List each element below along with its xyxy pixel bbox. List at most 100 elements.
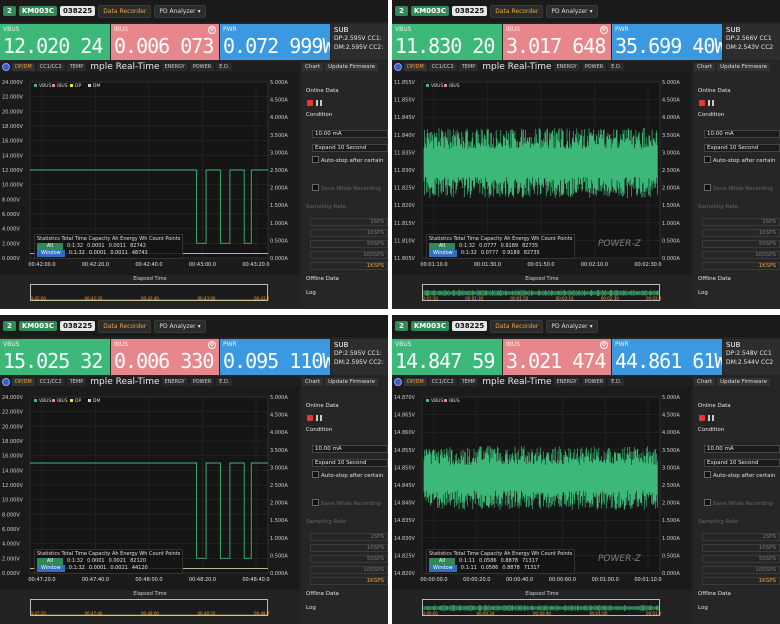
- tab-temp[interactable]: TEMP: [66, 63, 87, 71]
- device-model[interactable]: KM003C: [18, 321, 58, 331]
- log-label[interactable]: Log: [698, 290, 708, 296]
- autostop-checkbox[interactable]: Auto-stop after certain: [312, 471, 383, 479]
- expand-duration-field[interactable]: Expand 10 Second: [312, 144, 388, 152]
- pd-analyzer-dropdown[interactable]: PD Analyzer ▾: [154, 319, 206, 333]
- rate-1ksps[interactable]: 1KSPS: [702, 262, 780, 270]
- rate-50sps[interactable]: 50SPS: [702, 555, 780, 563]
- tab-dpdm[interactable]: DP/DM: [12, 378, 35, 386]
- all-chip[interactable]: All: [429, 558, 455, 565]
- tab-ed[interactable]: E.D.: [608, 378, 625, 386]
- tab-energy[interactable]: ENERGY: [553, 378, 580, 386]
- pd-analyzer-dropdown[interactable]: PD Analyzer ▾: [546, 4, 598, 18]
- condition-current-field[interactable]: 10.00 mA: [312, 130, 388, 138]
- online-data-label[interactable]: Online Data: [306, 88, 339, 94]
- rate-100sps[interactable]: 100SPS: [702, 566, 780, 574]
- tab-power[interactable]: POWER: [581, 63, 607, 71]
- rate-1sps[interactable]: 1SPS: [702, 218, 780, 226]
- record-icon[interactable]: [307, 100, 313, 106]
- record-icon[interactable]: [699, 100, 705, 106]
- tab-update-firmware[interactable]: Update Firmware: [717, 378, 770, 386]
- autostop-checkbox[interactable]: Auto-stop after certain: [704, 471, 775, 479]
- tab-cc1cc2[interactable]: CC1/CC2: [428, 63, 457, 71]
- tab-chart[interactable]: Chart: [302, 378, 324, 386]
- tab-power[interactable]: POWER: [189, 378, 215, 386]
- tab-power[interactable]: POWER: [581, 378, 607, 386]
- offline-data-label[interactable]: Offline Data: [698, 276, 731, 282]
- tab-chart[interactable]: Chart: [694, 378, 716, 386]
- record-icon[interactable]: [307, 415, 313, 421]
- rate-1ksps[interactable]: 1KSPS: [702, 577, 780, 585]
- tab-dpdm[interactable]: DP/DM: [404, 63, 427, 71]
- save-while-recording-checkbox[interactable]: Save While Recording: [704, 499, 773, 507]
- rate-1sps[interactable]: 1SPS: [310, 533, 388, 541]
- condition-current-field[interactable]: 10.00 mA: [704, 130, 780, 138]
- device-number[interactable]: 2: [395, 6, 408, 16]
- tab-temp[interactable]: TEMP: [458, 63, 479, 71]
- record-icon[interactable]: [699, 415, 705, 421]
- offline-data-label[interactable]: Offline Data: [306, 591, 339, 597]
- rate-100sps[interactable]: 100SPS: [310, 566, 388, 574]
- rate-10sps[interactable]: 10SPS: [702, 544, 780, 552]
- rate-1ksps[interactable]: 1KSPS: [310, 577, 388, 585]
- device-number[interactable]: 2: [395, 321, 408, 331]
- rate-1sps[interactable]: 1SPS: [310, 218, 388, 226]
- tab-update-firmware[interactable]: Update Firmware: [325, 378, 378, 386]
- rate-10sps[interactable]: 10SPS: [702, 229, 780, 237]
- pause-icon[interactable]: [316, 415, 322, 421]
- rate-10sps[interactable]: 10SPS: [310, 544, 388, 552]
- expand-duration-field[interactable]: Expand 10 Second: [704, 144, 780, 152]
- expand-duration-field[interactable]: Expand 10 Second: [704, 459, 780, 467]
- rate-50sps[interactable]: 50SPS: [702, 240, 780, 248]
- device-model[interactable]: KM003C: [18, 6, 58, 16]
- tab-update-firmware[interactable]: Update Firmware: [717, 63, 770, 71]
- overview-strip[interactable]: 00:00:00 00:00:20 00:00:40 00:01:00 00:01:10: [420, 599, 664, 616]
- data-recorder-button[interactable]: Data Recorder: [98, 4, 152, 18]
- device-model[interactable]: KM003C: [410, 321, 450, 331]
- tab-update-firmware[interactable]: Update Firmware: [325, 63, 378, 71]
- window-chip[interactable]: Window: [429, 250, 457, 257]
- rate-1ksps[interactable]: 1KSPS: [310, 262, 388, 270]
- save-while-recording-checkbox[interactable]: Save While Recording: [704, 184, 773, 192]
- overview-strip[interactable]: 00:47:20 00:47:40 00:48:00 00:48:20 00:48:40: [28, 599, 272, 616]
- tab-cc1cc2[interactable]: CC1/CC2: [36, 378, 65, 386]
- tab-power[interactable]: POWER: [189, 63, 215, 71]
- rate-1sps[interactable]: 1SPS: [702, 533, 780, 541]
- pause-icon[interactable]: [316, 100, 322, 106]
- window-chip[interactable]: Window: [37, 250, 65, 257]
- save-while-recording-checkbox[interactable]: Save While Recording: [312, 184, 381, 192]
- pd-analyzer-dropdown[interactable]: PD Analyzer ▾: [154, 4, 206, 18]
- condition-current-field[interactable]: 10.00 mA: [312, 445, 388, 453]
- log-label[interactable]: Log: [698, 605, 708, 611]
- overview-strip[interactable]: 00:01:10 00:01:30 00:01:50 00:02:10 00:02:30…: [420, 284, 664, 301]
- tab-dpdm[interactable]: DP/DM: [404, 378, 427, 386]
- data-recorder-button[interactable]: Data Recorder: [490, 4, 544, 18]
- tab-temp[interactable]: TEMP: [458, 378, 479, 386]
- realtime-chart[interactable]: 11.855V 11.850V 11.845V 11.840V 11.835V 11.83…: [392, 72, 692, 275]
- all-chip[interactable]: All: [429, 243, 455, 250]
- online-data-label[interactable]: Online Data: [698, 403, 731, 409]
- realtime-chart[interactable]: 24.000V 22.000V 20.000V 18.000V 16.000V 14.00…: [0, 72, 300, 275]
- pause-icon[interactable]: [708, 415, 714, 421]
- window-chip[interactable]: Window: [429, 565, 457, 572]
- log-label[interactable]: Log: [306, 605, 316, 611]
- realtime-chart[interactable]: 14.870V 14.865V 14.860V 14.855V 14.850V 14.84…: [392, 387, 692, 590]
- device-number[interactable]: 2: [3, 6, 16, 16]
- all-chip[interactable]: All: [37, 243, 63, 250]
- settings-icon[interactable]: ⚙: [208, 26, 216, 34]
- expand-duration-field[interactable]: Expand 10 Second: [312, 459, 388, 467]
- autostop-checkbox[interactable]: Auto-stop after certain: [312, 156, 383, 164]
- settings-icon[interactable]: ⚙: [208, 341, 216, 349]
- online-data-label[interactable]: Online Data: [698, 88, 731, 94]
- offline-data-label[interactable]: Offline Data: [306, 276, 339, 282]
- data-recorder-button[interactable]: Data Recorder: [98, 319, 152, 333]
- online-data-label[interactable]: Online Data: [306, 403, 339, 409]
- realtime-chart[interactable]: 24.000V 22.000V 20.000V 18.000V 16.000V 14.00…: [0, 387, 300, 590]
- tab-ed[interactable]: E.D.: [216, 378, 233, 386]
- window-chip[interactable]: Window: [37, 565, 65, 572]
- rate-10sps[interactable]: 10SPS: [310, 229, 388, 237]
- save-while-recording-checkbox[interactable]: Save While Recording: [312, 499, 381, 507]
- rate-50sps[interactable]: 50SPS: [310, 555, 388, 563]
- tab-ed[interactable]: E.D.: [608, 63, 625, 71]
- data-recorder-button[interactable]: Data Recorder: [490, 319, 544, 333]
- tab-dpdm[interactable]: DP/DM: [12, 63, 35, 71]
